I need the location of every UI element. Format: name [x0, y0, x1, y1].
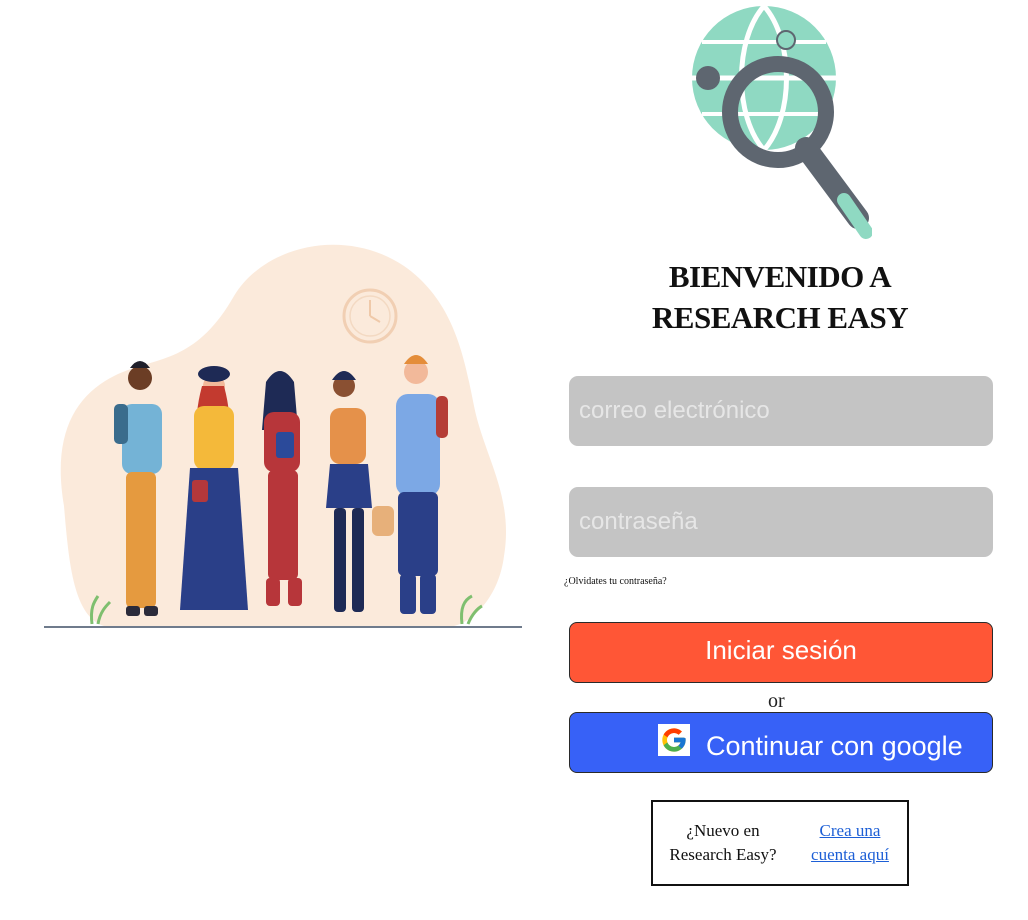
signup-prompt-line2: Research Easy? [669, 845, 777, 864]
google-g-icon [658, 724, 690, 756]
forgot-password-link[interactable]: ¿Olvidates tu contraseña? [564, 576, 667, 587]
create-account-link[interactable]: Crea una cuenta aquí [803, 819, 897, 867]
signup-prompt-line1: ¿Nuevo en [686, 821, 760, 840]
or-separator: or [768, 690, 785, 712]
google-signin-button[interactable]: Continuar con google [569, 712, 993, 773]
welcome-heading-line1: BIENVENIDO A [668, 259, 892, 294]
google-button-label: Continuar con google [706, 731, 963, 761]
welcome-heading: BIENVENIDO A RESEARCH EASY [620, 256, 940, 338]
signup-prompt: ¿Nuevo en Research Easy? [668, 819, 778, 867]
login-button[interactable]: Iniciar sesión [569, 622, 993, 683]
signup-box: ¿Nuevo en Research Easy? Crea una cuenta… [651, 800, 909, 886]
login-button-label: Iniciar sesión [705, 635, 857, 665]
email-field[interactable] [569, 376, 993, 446]
people-group-illustration [44, 244, 522, 628]
welcome-heading-line2: RESEARCH EASY [651, 300, 909, 335]
create-account-link-line2: cuenta aquí [811, 845, 889, 864]
globe-magnifier-icon [692, 4, 872, 239]
password-field[interactable] [569, 487, 993, 557]
create-account-link-line1: Crea una [819, 821, 881, 840]
